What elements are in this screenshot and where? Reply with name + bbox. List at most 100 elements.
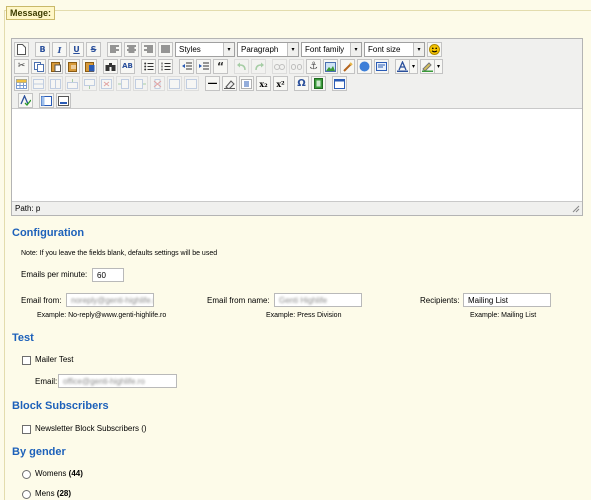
womens-count: (44) xyxy=(68,469,83,478)
insert-image-icon[interactable] xyxy=(323,59,338,74)
resize-grip-icon[interactable] xyxy=(572,205,580,213)
row-properties-icon[interactable] xyxy=(31,76,46,91)
strikethrough-button[interactable]: S xyxy=(86,42,101,57)
emoticon-icon[interactable] xyxy=(427,42,442,57)
unlink-icon[interactable] xyxy=(289,59,304,74)
delete-col-icon[interactable] xyxy=(150,76,165,91)
template-icon[interactable] xyxy=(39,93,54,108)
test-email-input[interactable]: office@genti-highlife.ro xyxy=(58,374,177,388)
help-icon[interactable] xyxy=(357,59,372,74)
text-color-dropdown-icon[interactable]: ▾ xyxy=(410,59,418,74)
new-document-icon[interactable] xyxy=(14,42,29,57)
email-from-input[interactable]: noreply@genti-highlife.ro xyxy=(66,293,154,307)
split-cells-icon[interactable] xyxy=(167,76,182,91)
mens-radio[interactable] xyxy=(22,490,31,499)
italic-button[interactable]: I xyxy=(52,42,67,57)
blockquote-icon[interactable]: “ xyxy=(213,59,228,74)
chevron-down-icon: ▾ xyxy=(223,43,234,56)
visual-aid-icon[interactable] xyxy=(239,76,254,91)
toolbar-row-2: ✂ AB “ ⚓ ▾ ▾ xyxy=(14,58,443,75)
toolbar-row-3: — x₂ x² Ω xyxy=(14,75,347,92)
mailer-test-checkbox[interactable] xyxy=(22,356,31,365)
paragraph-select-label: Paragraph xyxy=(241,45,279,54)
email-from-example: Example: No-reply@www.genti-highlife.ro xyxy=(37,312,167,319)
email-from-label: Email from: xyxy=(21,296,62,305)
recipients-input[interactable]: Mailing List xyxy=(463,293,551,307)
cleanup-icon[interactable] xyxy=(340,59,355,74)
newsletter-block-checkbox[interactable] xyxy=(22,425,31,434)
subscript-button[interactable]: x₂ xyxy=(256,76,271,91)
chevron-down-icon: ▾ xyxy=(287,43,298,56)
bold-button[interactable]: B xyxy=(35,42,50,57)
find-icon[interactable] xyxy=(103,59,118,74)
insert-col-after-icon[interactable] xyxy=(133,76,148,91)
insert-col-before-icon[interactable] xyxy=(116,76,131,91)
html-source-icon[interactable] xyxy=(374,59,389,74)
numbered-list-icon[interactable] xyxy=(158,59,173,74)
mens-option: Mens (28) xyxy=(35,489,71,498)
email-from-name-input[interactable]: Genti Highlife xyxy=(274,293,362,307)
mens-label: Mens xyxy=(35,489,55,498)
font-family-select[interactable]: Font family ▾ xyxy=(301,42,362,57)
font-size-select-label: Font size xyxy=(368,45,401,54)
align-left-icon[interactable] xyxy=(107,42,122,57)
toolbar-row-4 xyxy=(14,92,71,109)
anchor-icon[interactable]: ⚓ xyxy=(306,59,321,74)
newsletter-block-label: Newsletter Block Subscribers () xyxy=(35,424,147,433)
chevron-down-icon: ▾ xyxy=(413,43,424,56)
bullet-list-icon[interactable] xyxy=(141,59,156,74)
horizontal-rule-icon[interactable]: — xyxy=(205,76,220,91)
paste-icon[interactable] xyxy=(48,59,63,74)
configuration-heading: Configuration xyxy=(12,227,85,239)
block-subscribers-heading: Block Subscribers xyxy=(12,400,109,412)
align-justify-icon[interactable] xyxy=(158,42,173,57)
insert-row-before-icon[interactable] xyxy=(65,76,80,91)
text-color-icon[interactable] xyxy=(395,59,410,74)
undo-icon[interactable] xyxy=(234,59,249,74)
align-right-icon[interactable] xyxy=(141,42,156,57)
delete-row-icon[interactable] xyxy=(99,76,114,91)
emails-per-minute-input[interactable]: 60 xyxy=(92,268,124,282)
indent-icon[interactable] xyxy=(196,59,211,74)
emails-per-minute-label: Emails per minute: xyxy=(21,270,88,279)
copy-icon[interactable] xyxy=(31,59,46,74)
insert-table-icon[interactable] xyxy=(14,76,29,91)
cell-properties-icon[interactable] xyxy=(48,76,63,91)
editor-content-area[interactable] xyxy=(12,108,582,202)
align-center-icon[interactable] xyxy=(124,42,139,57)
womens-radio[interactable] xyxy=(22,470,31,479)
email-from-name-label: Email from name: xyxy=(207,296,270,305)
link-icon[interactable] xyxy=(272,59,287,74)
paste-text-icon[interactable] xyxy=(65,59,80,74)
media-icon[interactable] xyxy=(311,76,326,91)
recipients-label: Recipients: xyxy=(420,296,460,305)
font-size-select[interactable]: Font size ▾ xyxy=(364,42,425,57)
spellcheck-icon[interactable] xyxy=(18,93,33,108)
paste-word-icon[interactable] xyxy=(82,59,97,74)
superscript-button[interactable]: x² xyxy=(273,76,288,91)
underline-button[interactable]: U xyxy=(69,42,84,57)
special-char-icon[interactable]: Ω xyxy=(294,76,309,91)
merge-cells-icon[interactable] xyxy=(184,76,199,91)
chevron-down-icon: ▾ xyxy=(350,43,361,56)
background-color-dropdown-icon[interactable]: ▾ xyxy=(435,59,443,74)
editor-status-path: Path: p xyxy=(15,204,41,213)
insert-row-after-icon[interactable] xyxy=(82,76,97,91)
replace-icon[interactable]: AB xyxy=(120,59,135,74)
redo-icon[interactable] xyxy=(251,59,266,74)
preview-icon[interactable] xyxy=(56,93,71,108)
font-family-select-label: Font family xyxy=(305,45,345,54)
background-color-icon[interactable] xyxy=(420,59,435,74)
styles-select-label: Styles xyxy=(179,45,201,54)
paragraph-select[interactable]: Paragraph ▾ xyxy=(237,42,299,57)
test-email-value: office@genti-highlife.ro xyxy=(63,377,145,386)
outdent-icon[interactable] xyxy=(179,59,194,74)
remove-format-icon[interactable] xyxy=(222,76,237,91)
test-email-label: Email: xyxy=(35,377,58,386)
recipients-example: Example: Mailing List xyxy=(470,312,537,319)
cut-icon[interactable]: ✂ xyxy=(14,59,29,74)
email-from-name-value: Genti Highlife xyxy=(279,296,328,305)
fullscreen-icon[interactable] xyxy=(332,76,347,91)
styles-select[interactable]: Styles ▾ xyxy=(175,42,235,57)
by-gender-heading: By gender xyxy=(12,446,66,458)
